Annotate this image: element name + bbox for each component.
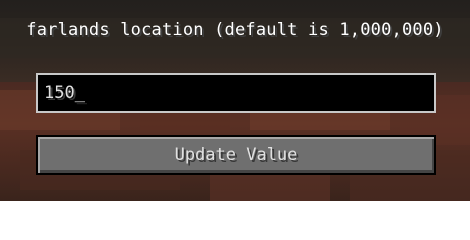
text-cursor: _ bbox=[74, 83, 85, 103]
update-value-button[interactable]: Update Value bbox=[36, 135, 436, 175]
farlands-location-input[interactable]: 150 _ bbox=[36, 73, 436, 113]
input-value: 150 bbox=[44, 83, 75, 103]
update-value-button-label: Update Value bbox=[174, 145, 298, 165]
screen-title: farlands location (default is 1,000,000) bbox=[26, 20, 444, 40]
